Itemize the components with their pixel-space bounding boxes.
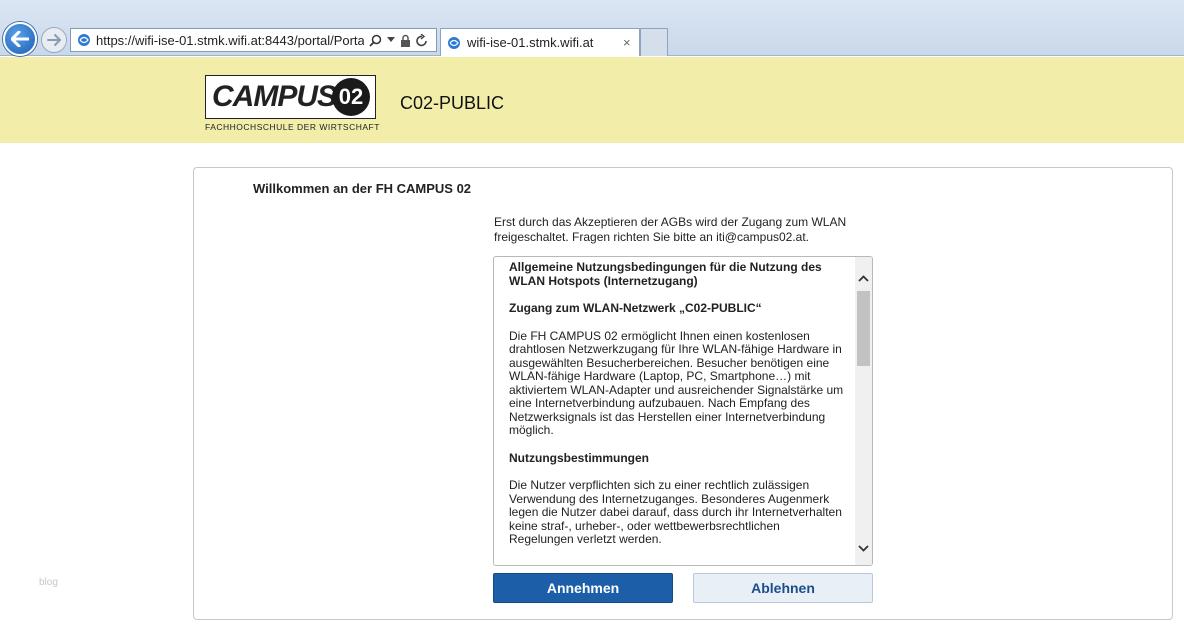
terms-content: Allgemeine Nutzungsbedingungen für die N… [509,260,844,561]
section-text-usage: Die Nutzer verpflichten sich zu einer re… [509,478,842,546]
tab-title: wifi-ise-01.stmk.wifi.at [467,35,594,50]
forward-button[interactable] [41,27,67,53]
scroll-up-button[interactable] [855,269,872,287]
refresh-icon[interactable] [416,33,428,47]
back-button[interactable] [3,22,37,56]
arrow-left-icon [11,31,29,47]
logo-subtitle: FACHHOCHSCHULE DER WIRTSCHAFT [205,122,380,132]
login-panel: Willkommen an der FH CAMPUS 02 Erst durc… [193,167,1173,620]
logo-text: CAMPUS [212,80,337,113]
lock-icon[interactable] [400,34,411,47]
watermark-text: blog [39,577,58,588]
chevron-up-icon [858,274,869,282]
chevron-down-icon [858,544,869,552]
terms-title: Allgemeine Nutzungsbedingungen für die N… [509,260,822,288]
section-heading-usage: Nutzungsbestimmungen [509,450,649,465]
browser-chrome: https://wifi-ise-01.stmk.wifi.at:8443/po… [0,0,1184,56]
scroll-down-button[interactable] [855,539,872,557]
welcome-heading: Willkommen an der FH CAMPUS 02 [253,181,472,196]
logo-number: 02 [332,78,370,116]
site-icon [448,36,460,49]
section-text-access: Die FH CAMPUS 02 ermöglicht Ihnen einen … [509,328,844,437]
address-bar[interactable]: https://wifi-ise-01.stmk.wifi.at:8443/po… [70,28,437,52]
terms-box[interactable]: Allgemeine Nutzungsbedingungen für die N… [493,256,873,566]
decline-button[interactable]: Ablehnen [693,573,873,603]
browser-tab[interactable]: wifi-ise-01.stmk.wifi.at × [440,28,640,56]
campus02-logo: CAMPUS 02 FACHHOCHSCHULE DER WIRTSCHAFT [205,75,379,133]
new-tab-button[interactable] [640,28,668,56]
terms-scrollbar[interactable] [855,257,872,565]
ssid-title: C02-PUBLIC [400,93,505,113]
logo-box: CAMPUS 02 [205,75,376,119]
search-icon[interactable] [369,34,382,47]
accept-button[interactable]: Annehmen [493,573,673,603]
intro-text: Erst durch das Akzeptieren der AGBs wird… [494,215,847,244]
arrow-right-icon [47,34,61,46]
close-icon[interactable]: × [623,35,631,50]
scrollbar-thumb[interactable] [857,291,870,366]
dropdown-icon[interactable] [387,37,395,43]
portal-header: CAMPUS 02 FACHHOCHSCHULE DER WIRTSCHAFT … [0,57,1184,143]
url-text[interactable]: https://wifi-ise-01.stmk.wifi.at:8443/po… [96,33,364,48]
site-icon [78,34,90,46]
section-heading-access: Zugang zum WLAN-Netzwerk „C02-PUBLIC“ [509,301,762,315]
